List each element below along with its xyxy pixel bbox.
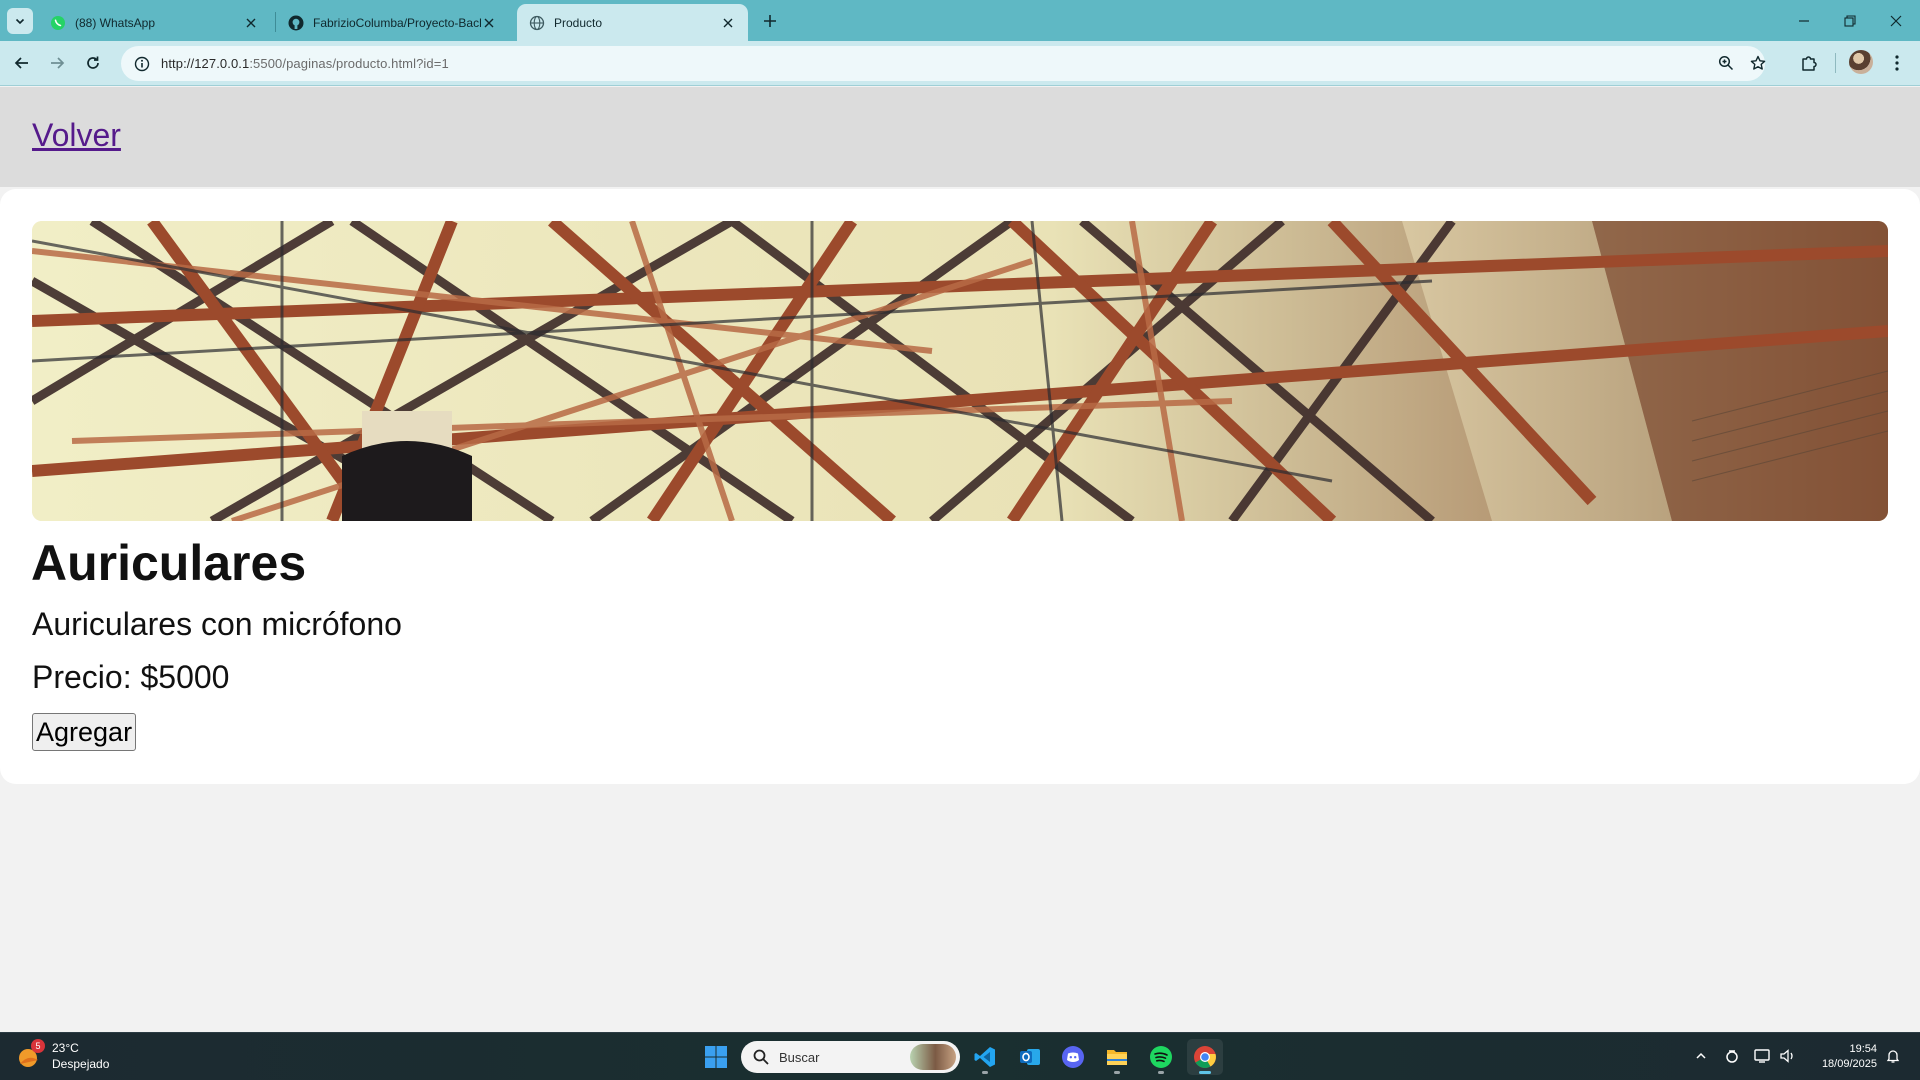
search-highlight-image: [910, 1044, 956, 1070]
close-icon: [1890, 15, 1902, 26]
taskbar-app-vscode[interactable]: [967, 1039, 1003, 1075]
speaker-icon: [1780, 1049, 1793, 1063]
taskbar-app-chrome[interactable]: [1187, 1039, 1223, 1075]
toolbar-divider: [1835, 53, 1836, 73]
tab-title: (88) WhatsApp: [75, 15, 156, 30]
close-icon[interactable]: [481, 15, 497, 31]
product-title: Auriculares: [31, 535, 307, 591]
whatsapp-icon: [50, 15, 66, 31]
taskbar-app-outlook[interactable]: [1012, 1039, 1048, 1075]
windows-start-button[interactable]: [698, 1039, 734, 1075]
menu-button[interactable]: [1883, 49, 1911, 77]
url-host: http://127.0.0.1: [161, 56, 250, 71]
clock-date: 18/09/2025: [1821, 1058, 1877, 1070]
new-tab-button[interactable]: [757, 8, 783, 34]
network-icon: [1754, 1049, 1770, 1063]
reload-icon: [87, 56, 99, 69]
active-indicator: [1199, 1071, 1211, 1074]
arrow-left-icon: [14, 57, 28, 69]
weather-condition: Despejado: [52, 1057, 110, 1071]
forward-button[interactable]: [43, 49, 71, 77]
site-info-icon[interactable]: [133, 55, 151, 73]
chevron-up-icon: [1696, 1052, 1706, 1059]
tab-title: Producto: [554, 15, 603, 30]
product-description: Auriculares con micrófono: [32, 606, 402, 642]
taskbar: 5 23°C Despejado Buscar 19:54 18/09/2025: [0, 1032, 1920, 1080]
browser-tab-strip: (88) WhatsApp FabrizioColumba/Proyecto-B…: [0, 0, 1920, 41]
tray-app-icon: [1726, 1050, 1738, 1063]
extensions-button[interactable]: [1795, 49, 1823, 77]
product-card: Auriculares Auriculares con micrófono Pr…: [0, 189, 1920, 784]
weather-sun-icon: 5: [16, 1039, 45, 1070]
url-text: http://127.0.0.1:5500/paginas/producto.h…: [161, 56, 449, 71]
tray-app-button[interactable]: [1721, 1045, 1743, 1067]
tab-search-button[interactable]: [7, 8, 33, 34]
minimize-icon: [1799, 19, 1809, 22]
arrow-right-icon: [51, 57, 65, 69]
profile-avatar[interactable]: [1849, 50, 1873, 74]
product-image: [32, 221, 1888, 521]
weather-badge: 5: [31, 1039, 45, 1053]
taskbar-app-spotify[interactable]: [1143, 1039, 1179, 1075]
back-link[interactable]: Volver: [32, 117, 121, 154]
chrome-icon: [1194, 1046, 1216, 1068]
weather-temp: 23°C: [52, 1041, 79, 1055]
close-icon[interactable]: [720, 15, 736, 31]
address-bar[interactable]: http://127.0.0.1:5500/paginas/producto.h…: [121, 46, 1765, 81]
browser-toolbar: http://127.0.0.1:5500/paginas/producto.h…: [0, 41, 1920, 86]
page-header: Volver: [0, 87, 1920, 187]
search-icon: [753, 1049, 769, 1065]
puzzle-icon: [1802, 56, 1817, 71]
restore-button[interactable]: [1827, 0, 1873, 41]
tab-title: FabrizioColumba/Proyecto-Back: [313, 15, 481, 30]
tab-whatsapp[interactable]: (88) WhatsApp: [38, 4, 271, 41]
running-indicator: [982, 1071, 988, 1074]
spotify-icon: [1150, 1046, 1172, 1068]
tab-producto[interactable]: Producto: [517, 4, 748, 41]
search-placeholder: Buscar: [779, 1049, 820, 1065]
windows-start-icon: [705, 1046, 727, 1068]
reload-button[interactable]: [79, 49, 107, 77]
add-to-cart-button[interactable]: Agregar: [32, 713, 137, 751]
taskbar-app-discord[interactable]: [1055, 1039, 1091, 1075]
back-button[interactable]: [8, 49, 36, 77]
taskbar-app-file-explorer[interactable]: [1099, 1039, 1135, 1075]
system-clock[interactable]: 19:54 18/09/2025: [1809, 1042, 1877, 1072]
running-indicator: [1114, 1071, 1120, 1074]
github-icon: [288, 15, 304, 31]
plus-icon: [764, 15, 776, 27]
clock-time: 19:54: [1849, 1043, 1877, 1055]
file-explorer-icon: [1107, 1050, 1127, 1065]
minimize-button[interactable]: [1781, 0, 1827, 41]
zoom-icon: [1718, 55, 1734, 71]
kebab-menu-icon: [1895, 55, 1899, 71]
product-price: Precio: $5000: [32, 659, 230, 695]
tab-github[interactable]: FabrizioColumba/Proyecto-Back: [276, 4, 509, 41]
weather-widget[interactable]: 5 23°C Despejado: [16, 1039, 110, 1072]
outlook-icon: [1020, 1049, 1040, 1065]
network-button[interactable]: [1752, 1045, 1774, 1067]
bookmark-button[interactable]: [1746, 51, 1770, 75]
close-window-button[interactable]: [1873, 0, 1919, 41]
notification-bell-icon: [1886, 1050, 1900, 1063]
close-icon[interactable]: [243, 15, 259, 31]
running-indicator: [1158, 1071, 1164, 1074]
chevron-down-icon: [15, 18, 25, 25]
star-icon: [1750, 55, 1766, 70]
show-hidden-icons-button[interactable]: [1690, 1045, 1712, 1067]
page-viewport: Volver Auriculares Auriculares con micró…: [0, 87, 1920, 1032]
notifications-button[interactable]: [1882, 1045, 1904, 1067]
url-path: :5500/paginas/producto.html?id=1: [249, 56, 449, 71]
volume-button[interactable]: [1777, 1045, 1799, 1067]
globe-icon: [529, 15, 545, 31]
taskbar-search[interactable]: Buscar: [741, 1041, 960, 1073]
discord-icon: [1062, 1046, 1084, 1068]
restore-icon: [1844, 14, 1856, 27]
vscode-icon: [974, 1047, 995, 1067]
zoom-button[interactable]: [1714, 51, 1738, 75]
